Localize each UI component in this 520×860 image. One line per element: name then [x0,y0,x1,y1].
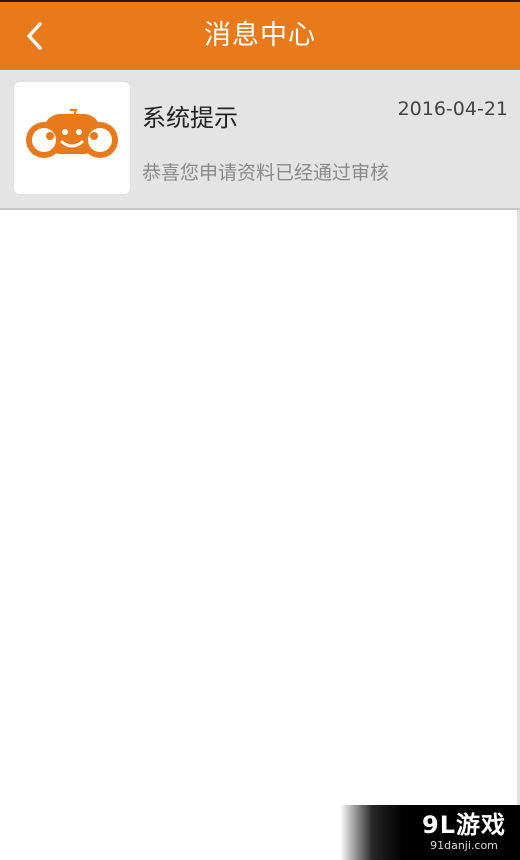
watermark: 9L游戏 91danji.com [340,805,520,860]
message-item[interactable]: 系统提示 2016-04-21 恭喜您申请资料已经通过审核 [0,70,520,210]
watermark-sub-text: 91danji.com [430,839,498,852]
avatar [14,82,130,194]
app-header: 消息中心 [0,0,520,70]
message-preview: 恭喜您申请资料已经通过审核 [142,162,390,184]
watermark-main-text: 9L游戏 [422,811,506,839]
page-title: 消息中心 [204,20,316,51]
watermark-logo: 9L游戏 91danji.com [422,811,506,853]
message-date: 2016-04-21 [397,98,508,120]
car-mascot-icon [26,109,118,158]
message-title: 系统提示 [142,104,238,132]
